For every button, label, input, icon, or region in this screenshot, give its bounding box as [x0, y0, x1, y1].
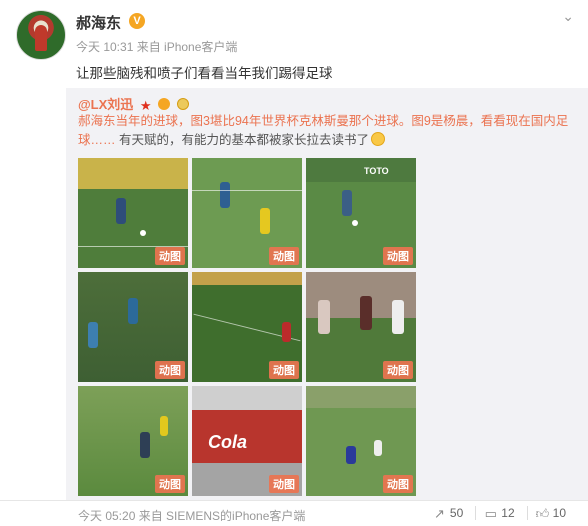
- post-text: 让那些脑残和喷子们看看当年我们踢得足球: [76, 66, 333, 81]
- repost-text: 郝海东当年的进球，图3堪比94年世界杯克林斯曼那个进球。图9是杨晨，看看现在国内…: [78, 112, 578, 150]
- ad-board-text: TOTO: [364, 166, 389, 176]
- gif-thumb-1[interactable]: 动图: [78, 158, 188, 268]
- gif-label: 动图: [155, 247, 185, 265]
- gif-thumb-8[interactable]: Cola 动图: [192, 386, 302, 496]
- comment-icon: ▭: [484, 505, 497, 521]
- repost-text-part2: 有天赋的，有能力的基本都被家长拉去读书了: [115, 133, 369, 147]
- gif-thumb-5[interactable]: 动图: [192, 272, 302, 382]
- comment-button[interactable]: ▭ 12: [475, 506, 522, 520]
- gif-label: 动图: [383, 361, 413, 379]
- image-grid: 动图 动图 TOTO 动图 动图 动图 动图 动图 Cola 动图 动图: [78, 158, 417, 498]
- gif-label: 动图: [383, 247, 413, 265]
- verified-badge: V: [129, 13, 145, 29]
- repost-author-line: @LX刘迅 ★: [78, 94, 189, 114]
- like-button[interactable]: 👍︎ 10: [526, 505, 574, 521]
- gif-thumb-6[interactable]: 动图: [306, 272, 416, 382]
- gif-label: 动图: [155, 475, 185, 493]
- vip-badge-icon: [158, 98, 171, 110]
- reposted-content: @LX刘迅 ★ 郝海东当年的进球，图3堪比94年世界杯克林斯曼那个进球。图9是杨…: [66, 88, 588, 500]
- emoji-icon: [371, 132, 385, 146]
- gif-thumb-4[interactable]: 动图: [78, 272, 188, 382]
- repost-meta: 今天 05:20 来自 SIEMENS的iPhone客户端: [78, 509, 306, 523]
- repost-icon: ↗: [433, 505, 445, 521]
- gif-label: 动图: [155, 361, 185, 379]
- post-header: 郝海东 V 今天 10:31 来自 iPhone客户端 ⌄ 让那些脑残和喷子们看…: [0, 0, 588, 88]
- avatar[interactable]: [16, 10, 66, 60]
- gif-thumb-7[interactable]: 动图: [78, 386, 188, 496]
- gif-label: 动图: [269, 247, 299, 265]
- chevron-down-icon[interactable]: ⌄: [562, 8, 574, 25]
- action-bar: ↗ 50 ▭ 12 👍︎ 10: [425, 506, 574, 520]
- repost-button[interactable]: ↗ 50: [425, 506, 471, 520]
- username[interactable]: 郝海东: [76, 12, 121, 33]
- gif-thumb-3[interactable]: TOTO 动图: [306, 158, 416, 268]
- repost-username[interactable]: @LX刘迅: [78, 97, 133, 112]
- comment-count: 12: [501, 506, 515, 520]
- gif-label: 动图: [383, 475, 413, 493]
- gif-label: 动图: [269, 361, 299, 379]
- repost-count: 50: [449, 506, 464, 520]
- like-count: 10: [552, 506, 566, 520]
- post-meta: 今天 10:31 来自 iPhone客户端: [76, 40, 238, 54]
- repost-footer: 今天 05:20 来自 SIEMENS的iPhone客户端 ↗ 50 ▭ 12 …: [0, 500, 588, 526]
- ad-board-text: Cola: [208, 432, 248, 452]
- gif-thumb-9[interactable]: 动图: [306, 386, 416, 496]
- like-icon: 👍︎: [535, 505, 550, 521]
- gif-thumb-2[interactable]: 动图: [192, 158, 302, 268]
- medal-badge-icon: [176, 98, 189, 110]
- gif-label: 动图: [269, 475, 299, 493]
